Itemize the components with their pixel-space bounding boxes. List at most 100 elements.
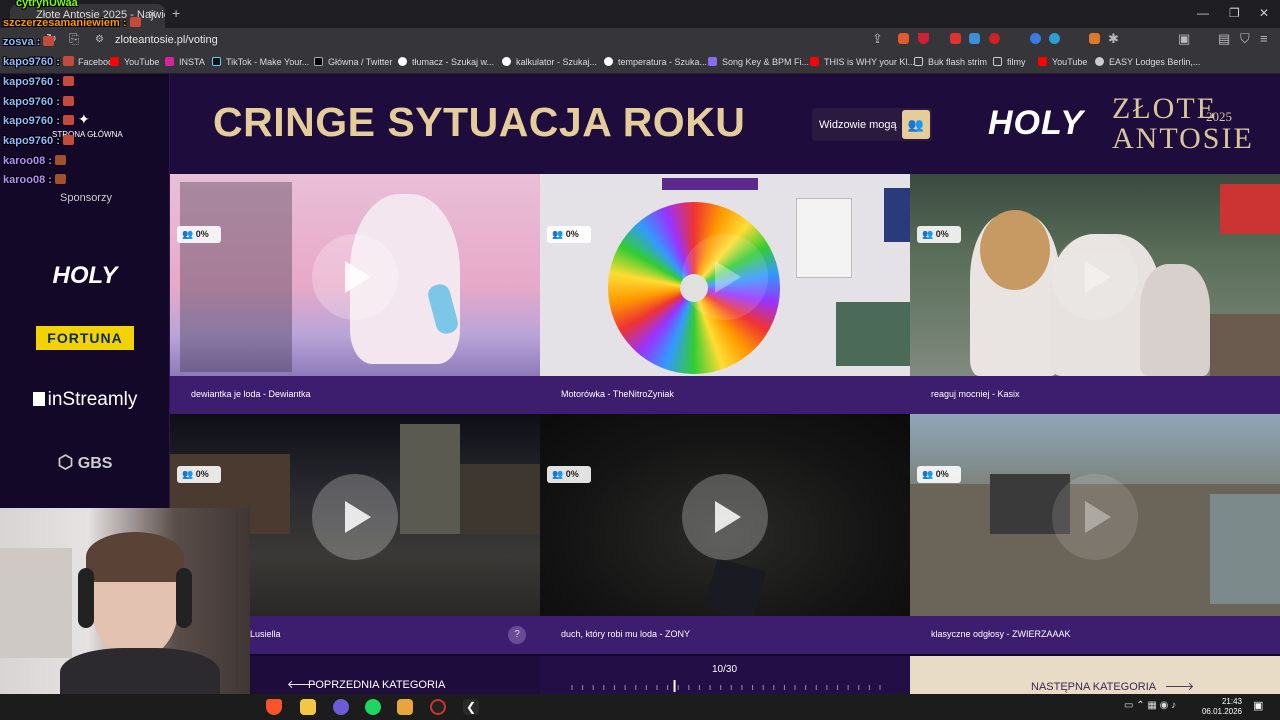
play-icon[interactable]	[312, 234, 398, 320]
group-icon: 👥	[902, 110, 930, 139]
sponsor-instreamly-logo[interactable]: inStreamly	[20, 389, 150, 411]
nominee-card[interactable]: 👥 0% duch, który robi mu loda - ZONY	[540, 414, 910, 654]
group-icon: 👥	[922, 469, 936, 479]
play-icon[interactable]	[1052, 234, 1138, 320]
bookmark-item[interactable]: tłumacz - Szukaj w...	[398, 57, 494, 67]
sparkle-icon: ✦	[78, 111, 90, 127]
extension-icon[interactable]	[950, 33, 961, 44]
bookmark-item[interactable]: temperatura - Szuka...	[604, 57, 707, 67]
nominee-card[interactable]: 👥 0% reaguj mocniej - Kasix	[910, 174, 1280, 414]
video-thumbnail[interactable]	[540, 414, 910, 616]
extension-icon[interactable]	[969, 33, 980, 44]
chat-message: karoo08 :	[3, 174, 66, 186]
app-icon[interactable]: ❮	[463, 699, 479, 715]
next-category-label: NASTĘPNA KATEGORIA	[1031, 681, 1156, 693]
minimize-icon[interactable]: —	[1197, 6, 1209, 20]
chat-message: karoo08 :	[3, 155, 66, 167]
close-window-icon[interactable]: ✕	[1259, 6, 1269, 20]
sponsor-holy-logo[interactable]: HOLY	[20, 262, 150, 290]
video-thumbnail[interactable]	[910, 414, 1280, 616]
browser-tab-bar	[0, 0, 1280, 28]
video-thumbnail[interactable]	[170, 174, 540, 376]
brave-taskbar-icon[interactable]	[266, 699, 282, 715]
arrow-right-icon: 🡒	[1164, 681, 1195, 693]
group-icon: 👥	[552, 469, 566, 479]
bookmark-icon[interactable]: ⎘	[69, 31, 79, 47]
brave-shield-icon[interactable]	[898, 33, 909, 44]
chat-message: kapo9760 :	[3, 56, 74, 68]
site-info-icon[interactable]: ⚙	[95, 34, 104, 45]
sidebar-toggle-icon[interactable]: ▣	[1178, 31, 1190, 47]
help-icon[interactable]: ?	[508, 626, 526, 644]
emote-icon	[62, 56, 74, 66]
bookmark-item[interactable]: Główna / Twitter	[314, 57, 392, 67]
tray-icons[interactable]: ▭ ⌃ ▦ ◉ ♪	[1124, 700, 1176, 711]
nominee-caption: Motorówka - TheNitroZyniak	[540, 376, 910, 414]
play-icon[interactable]	[682, 474, 768, 560]
vote-percent-badge: 👥 0%	[177, 466, 221, 483]
group-icon: 👥	[922, 229, 936, 239]
previous-category-label: POPRZEDNIA KATEGORIA	[308, 679, 446, 691]
bookmark-item[interactable]: EASY Lodges Berlin,...	[1095, 57, 1200, 67]
logo-year: 2025	[1206, 109, 1232, 124]
progress-counter: 10/30	[712, 664, 738, 675]
extension-icon[interactable]	[989, 33, 1000, 44]
app-icon[interactable]	[397, 699, 413, 715]
emote-icon	[62, 135, 74, 145]
category-title: CRINGE SYTUACJA ROKU	[213, 99, 746, 145]
extension-icon[interactable]	[1049, 33, 1060, 44]
extension-icon[interactable]	[1089, 33, 1100, 44]
sponsor-gbs-logo[interactable]: ⬡ GBS	[20, 452, 150, 473]
chat-message: szczerzesamaniewiem :	[3, 17, 141, 29]
play-icon[interactable]	[312, 474, 398, 560]
new-tab-icon[interactable]: +	[172, 5, 180, 21]
category-progress	[540, 656, 910, 694]
video-thumbnail[interactable]	[910, 174, 1280, 376]
app-icon[interactable]	[333, 699, 349, 715]
bookmark-item[interactable]: TikTok - Make Your...	[212, 57, 309, 67]
sponsor-fortuna-logo[interactable]: FORTUNA	[36, 326, 134, 350]
bookmark-item[interactable]: YouTube	[110, 57, 159, 67]
vote-percent-badge: 👥 0%	[547, 466, 591, 483]
bookmark-item[interactable]: YouTube	[1038, 57, 1087, 67]
emote-icon	[62, 115, 74, 125]
extensions-puzzle-icon[interactable]: ✱	[1108, 31, 1119, 47]
nominee-card[interactable]: 👥 0% Motorówka - TheNitroZyniak	[540, 174, 910, 414]
sponsors-label: Sponsorzy	[60, 192, 112, 204]
share-icon[interactable]: ⇪	[872, 31, 883, 47]
bookmark-item[interactable]: Song Key & BPM Fi...	[708, 57, 809, 67]
taskbar	[0, 694, 1280, 720]
bookmark-item[interactable]: kalkulator - Szukaj...	[502, 57, 597, 67]
emote-icon	[54, 174, 66, 184]
group-icon: 👥	[182, 469, 196, 479]
nominee-caption: dewiantka je loda - Dewiantka	[170, 376, 540, 414]
chat-message: cytrynUwaa	[16, 0, 78, 9]
taskbar-clock[interactable]: 21:43 06.01.2026	[1200, 697, 1242, 717]
emote-icon	[62, 96, 74, 106]
spotify-icon[interactable]	[365, 699, 381, 715]
emote-icon	[54, 155, 66, 165]
obs-icon[interactable]	[430, 699, 446, 715]
bookmark-folder[interactable]: filmy	[993, 57, 1026, 67]
nominee-card[interactable]: 👥 0% klasyczne odgłosy - ZWIERZAAAK	[910, 414, 1280, 654]
url-field[interactable]: zloteantosie.pl/voting	[115, 34, 218, 46]
wallet-icon[interactable]: ▤	[1218, 31, 1230, 47]
notifications-icon[interactable]: ▣	[1253, 699, 1263, 712]
next-category-button[interactable]: NASTĘPNA KATEGORIA 🡒	[910, 656, 1280, 694]
maximize-icon[interactable]: ❐	[1229, 6, 1240, 20]
video-thumbnail[interactable]	[540, 174, 910, 376]
rewards-icon[interactable]	[918, 33, 929, 44]
extension-icon[interactable]	[1030, 33, 1041, 44]
bookmark-item[interactable]: INSTA	[165, 57, 205, 67]
play-icon[interactable]	[1052, 474, 1138, 560]
bookmark-folder[interactable]: Buk flash strim	[914, 57, 987, 67]
file-explorer-icon[interactable]	[300, 699, 316, 715]
bookmark-item[interactable]: THIS is WHY your Kl...	[810, 57, 915, 67]
progress-ticks	[571, 680, 881, 692]
play-icon[interactable]	[682, 234, 768, 320]
nominee-card[interactable]: 👥 0% dewiantka je loda - Dewiantka	[170, 174, 540, 414]
menu-icon[interactable]: ≡	[1260, 31, 1268, 46]
close-tab-icon[interactable]: ✕	[148, 8, 157, 21]
viewers-can-vote-badge[interactable]: Widzowie mogą 👥	[812, 108, 932, 141]
vpn-icon[interactable]: ⛉	[1240, 31, 1250, 47]
